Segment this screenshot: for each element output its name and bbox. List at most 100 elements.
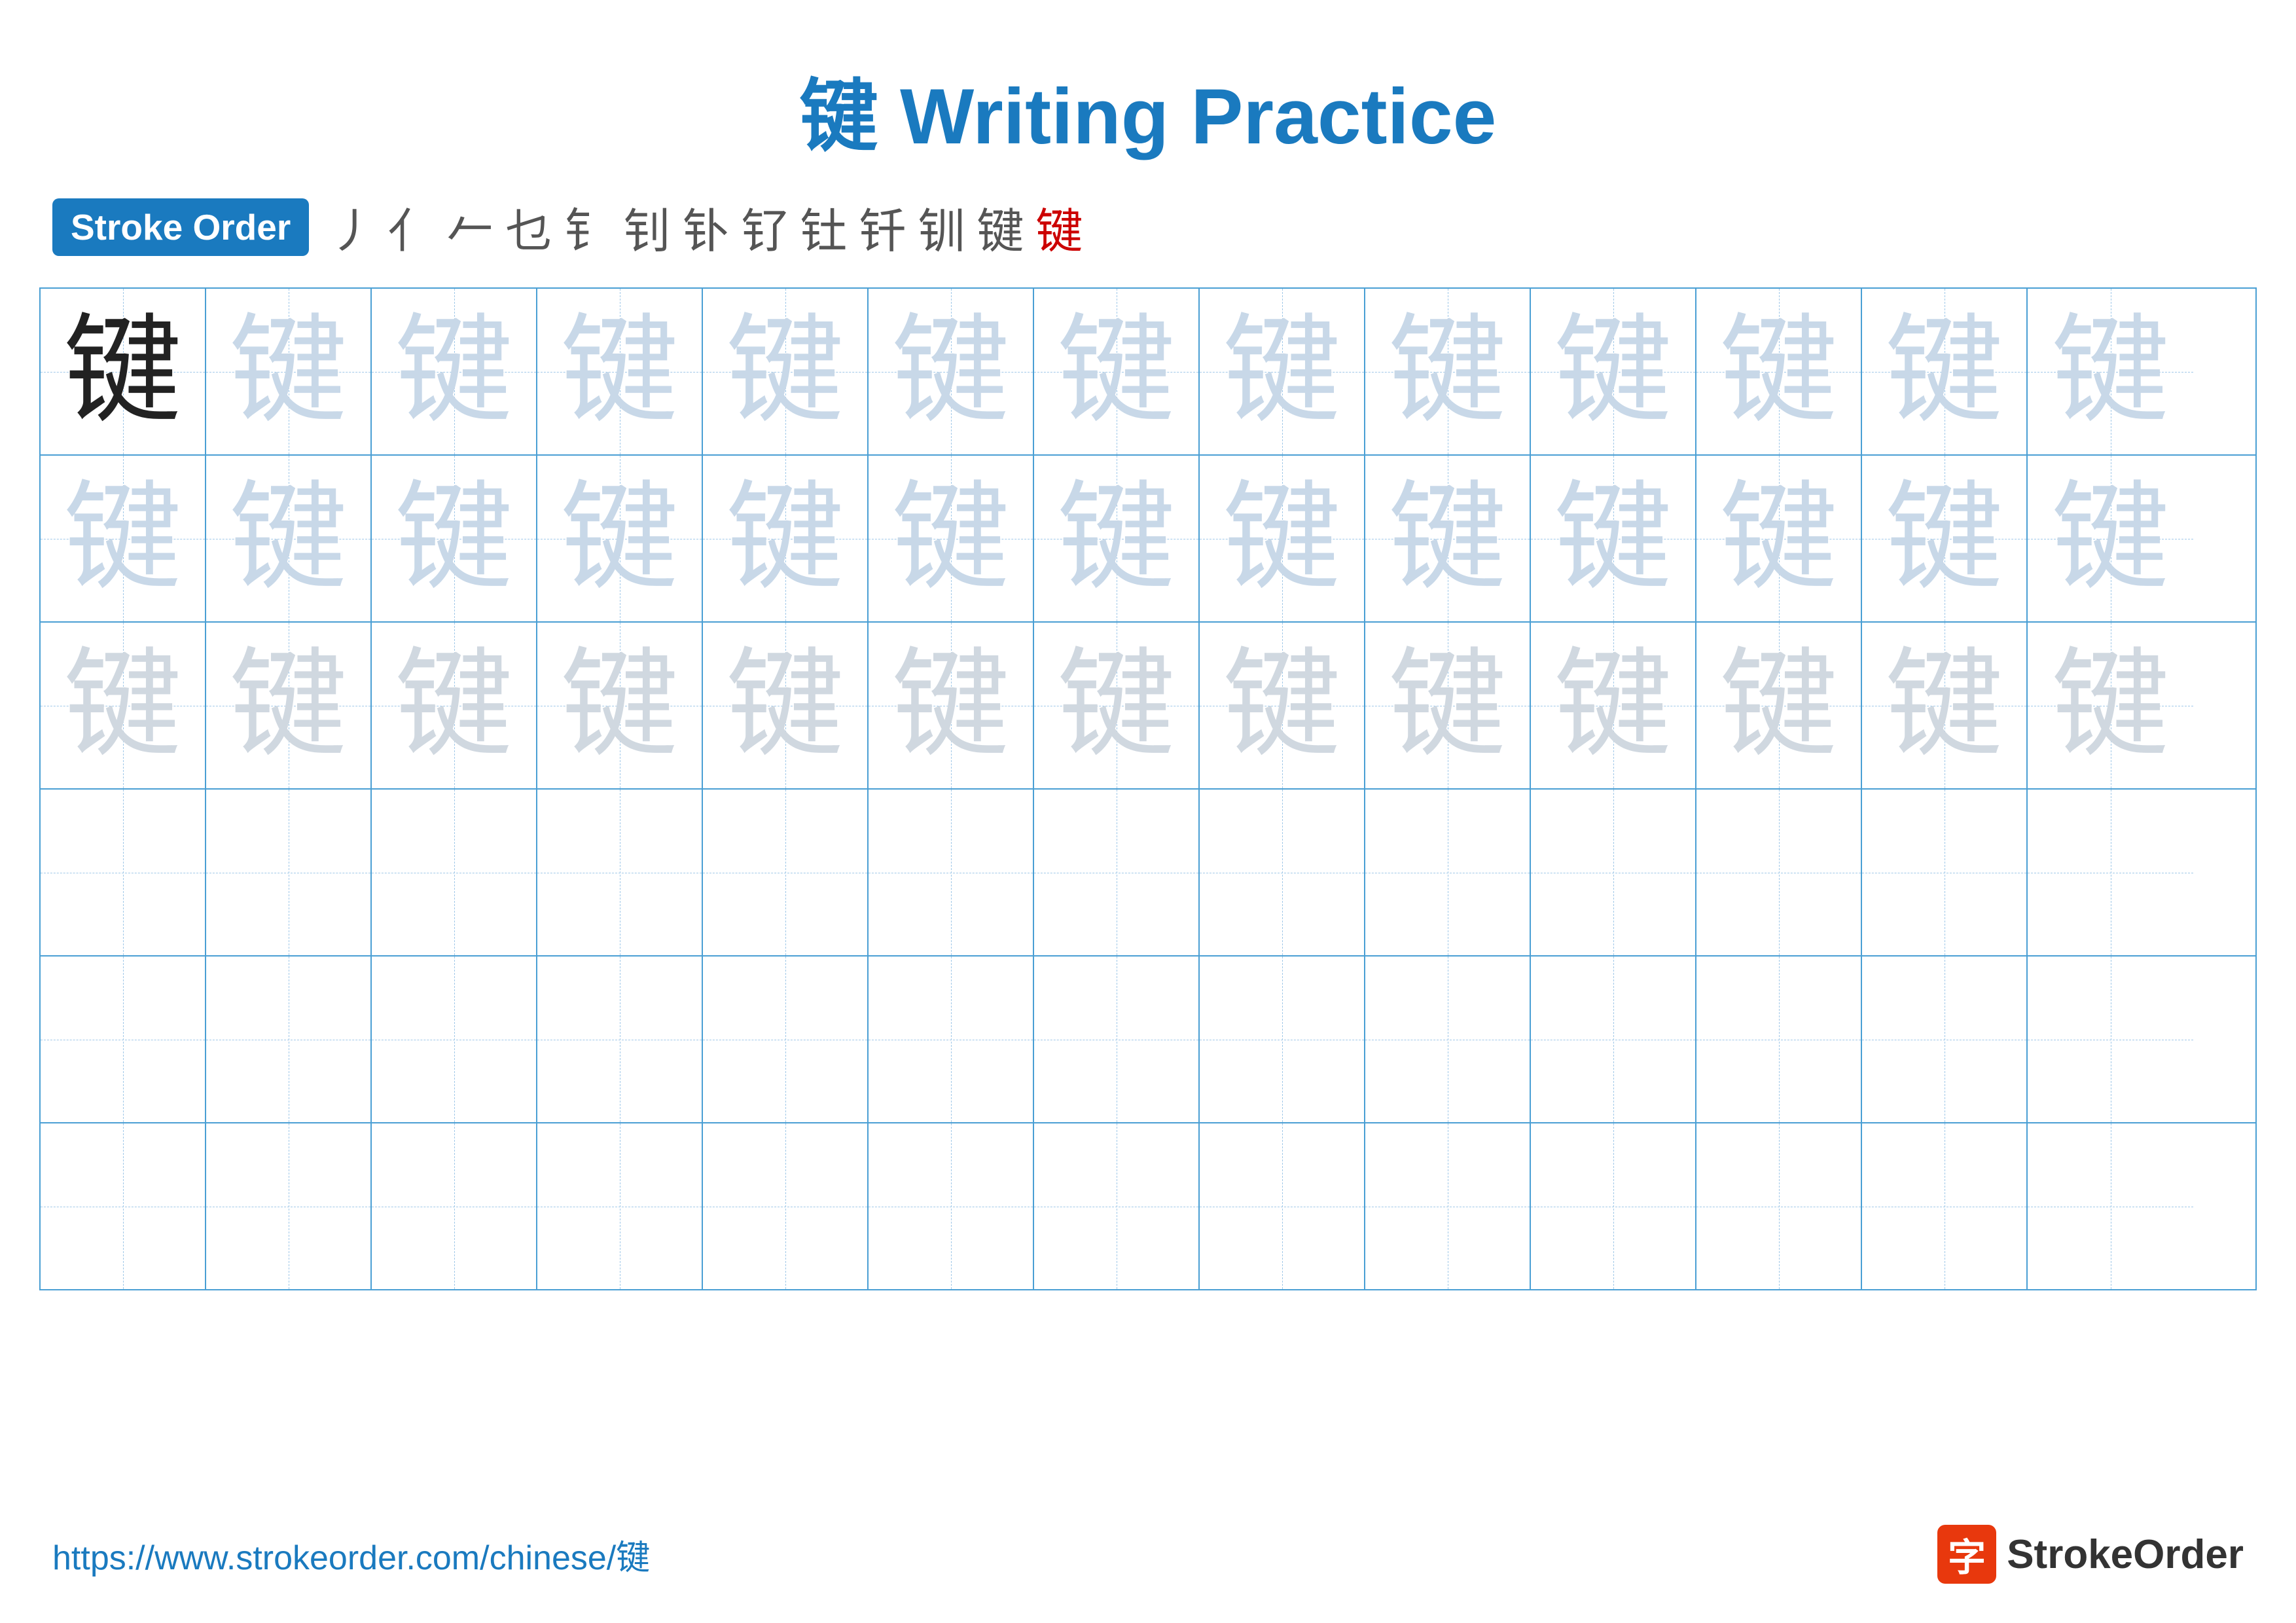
grid-row-2: 键 键 键 键 键 键 键 键 键 键 键 键 键 — [41, 456, 2255, 623]
grid-cell — [2028, 957, 2193, 1122]
practice-char: 键 — [1388, 647, 1506, 765]
grid-cell: 键 — [869, 623, 1034, 788]
grid-cell — [41, 1123, 206, 1289]
grid-cell — [869, 790, 1034, 955]
grid-cell: 键 — [1365, 456, 1531, 621]
grid-cell: 键 — [703, 623, 869, 788]
grid-cell — [1034, 790, 1200, 955]
page-title: 键 Writing Practice — [0, 0, 2296, 192]
practice-grid: 键 键 键 键 键 键 键 键 键 键 键 键 键 键 键 键 键 键 键 键 … — [39, 287, 2257, 1290]
stroke-2: 亻 — [387, 192, 435, 261]
grid-cell: 键 — [206, 456, 372, 621]
grid-cell: 键 — [1862, 289, 2028, 454]
grid-cell: 键 — [2028, 456, 2193, 621]
grid-row-1: 键 键 键 键 键 键 键 键 键 键 键 键 键 — [41, 289, 2255, 456]
practice-char: 键 — [1388, 313, 1506, 431]
grid-cell: 键 — [1034, 456, 1200, 621]
stroke-1: 丿 — [329, 192, 376, 261]
stroke-8: 钌 — [741, 192, 788, 261]
practice-char: 键 — [1885, 313, 2003, 431]
grid-cell: 键 — [1862, 456, 2028, 621]
practice-char: 键 — [2051, 313, 2169, 431]
stroke-3: 𠂉 — [446, 192, 493, 261]
footer: https://www.strokeorder.com/chinese/键 字 … — [52, 1525, 2244, 1584]
grid-cell: 键 — [41, 623, 206, 788]
grid-cell — [1696, 1123, 1862, 1289]
grid-cell — [1531, 790, 1696, 955]
stroke-7: 钋 — [682, 192, 729, 261]
grid-cell — [1365, 957, 1531, 1122]
stroke-sequence: 丿 亻 𠂉 乜 钅 钊 钋 钌 钍 钎 钏 键 键 — [329, 192, 1083, 261]
grid-cell: 键 — [372, 456, 537, 621]
practice-char: 键 — [891, 647, 1009, 765]
grid-cell — [1696, 957, 1862, 1122]
grid-cell — [372, 1123, 537, 1289]
practice-char: 键 — [560, 480, 678, 598]
grid-cell: 键 — [1696, 289, 1862, 454]
grid-cell — [703, 957, 869, 1122]
practice-char: 键 — [395, 647, 512, 765]
stroke-10: 钎 — [859, 192, 906, 261]
grid-cell — [1531, 957, 1696, 1122]
stroke-9: 钍 — [800, 192, 847, 261]
grid-cell: 键 — [1531, 623, 1696, 788]
grid-cell — [206, 957, 372, 1122]
practice-char: 键 — [1223, 480, 1340, 598]
grid-row-4 — [41, 790, 2255, 957]
grid-cell: 键 — [537, 456, 703, 621]
practice-char: 键 — [2051, 480, 2169, 598]
grid-cell — [1862, 790, 2028, 955]
practice-char: 键 — [63, 480, 181, 598]
grid-cell — [41, 790, 206, 955]
grid-cell: 键 — [206, 623, 372, 788]
grid-cell — [1200, 957, 1365, 1122]
title-chinese-char: 键 — [800, 73, 878, 160]
practice-char: 键 — [63, 647, 181, 765]
grid-cell — [1696, 790, 1862, 955]
grid-cell: 键 — [1531, 289, 1696, 454]
grid-cell: 键 — [869, 456, 1034, 621]
grid-cell: 键 — [869, 289, 1034, 454]
practice-char: 键 — [1554, 313, 1672, 431]
practice-char: 键 — [63, 313, 181, 431]
practice-char: 键 — [2051, 647, 2169, 765]
practice-char: 键 — [1223, 647, 1340, 765]
practice-char: 键 — [1885, 647, 2003, 765]
grid-cell — [1200, 1123, 1365, 1289]
grid-cell — [537, 957, 703, 1122]
practice-char: 键 — [229, 480, 347, 598]
grid-cell — [2028, 790, 2193, 955]
stroke-6: 钊 — [623, 192, 670, 261]
practice-char: 键 — [1719, 480, 1837, 598]
grid-row-3: 键 键 键 键 键 键 键 键 键 键 键 键 键 — [41, 623, 2255, 790]
practice-char: 键 — [1057, 313, 1175, 431]
grid-cell — [1365, 790, 1531, 955]
grid-cell: 键 — [41, 456, 206, 621]
grid-cell: 键 — [1034, 623, 1200, 788]
grid-cell: 键 — [372, 623, 537, 788]
grid-cell — [1365, 1123, 1531, 1289]
practice-char: 键 — [1554, 480, 1672, 598]
grid-cell: 键 — [41, 289, 206, 454]
grid-cell: 键 — [1696, 623, 1862, 788]
practice-char: 键 — [1719, 647, 1837, 765]
grid-cell: 键 — [537, 623, 703, 788]
practice-char: 键 — [726, 480, 844, 598]
stroke-5: 钅 — [564, 192, 611, 261]
practice-char: 键 — [1057, 647, 1175, 765]
grid-cell — [869, 957, 1034, 1122]
practice-char: 键 — [1057, 480, 1175, 598]
logo-char: 字 — [1948, 1527, 1986, 1582]
grid-cell — [703, 1123, 869, 1289]
grid-cell: 键 — [537, 289, 703, 454]
practice-char: 键 — [229, 313, 347, 431]
practice-char: 键 — [1223, 313, 1340, 431]
stroke-13: 键 — [1035, 192, 1083, 261]
grid-cell — [537, 1123, 703, 1289]
grid-cell — [372, 957, 537, 1122]
grid-cell: 键 — [206, 289, 372, 454]
grid-cell: 键 — [372, 289, 537, 454]
practice-char: 键 — [229, 647, 347, 765]
practice-char: 键 — [891, 480, 1009, 598]
stroke-11: 钏 — [918, 192, 965, 261]
